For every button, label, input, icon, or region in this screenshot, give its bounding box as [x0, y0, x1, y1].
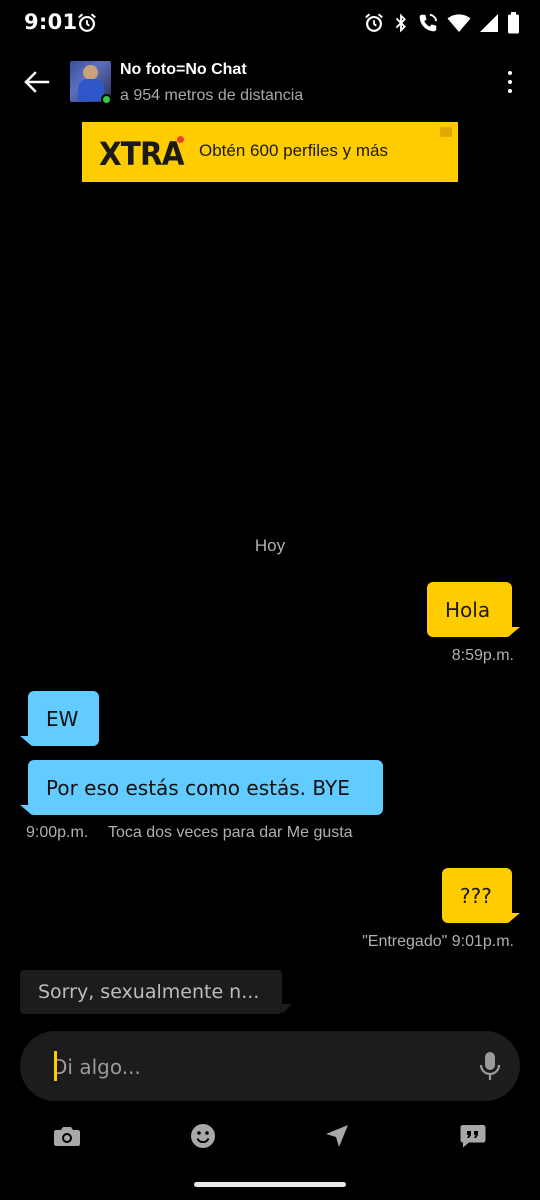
- ad-badge-icon: [440, 127, 452, 137]
- microphone-icon[interactable]: [478, 1050, 502, 1082]
- emoji-button[interactable]: [186, 1119, 220, 1153]
- status-bar: 9:01: [0, 0, 540, 46]
- saved-phrases-icon: [460, 1125, 486, 1148]
- more-dot: [508, 89, 512, 93]
- gesture-nav-handle[interactable]: [194, 1182, 346, 1187]
- battery-icon: [508, 12, 519, 34]
- saved-phrase-preview[interactable]: Sorry, sexualmente n...: [20, 970, 282, 1014]
- alarm-icon: [78, 13, 96, 32]
- xtra-banner[interactable]: XTRA Obtén 600 perfiles y más: [82, 122, 458, 182]
- more-dot: [508, 80, 512, 84]
- alarm-icon: [365, 13, 383, 32]
- chat-header: No foto=No Chat a 954 metros de distanci…: [0, 52, 540, 116]
- emoji-icon: [191, 1124, 215, 1148]
- bubble-tail: [282, 1004, 292, 1014]
- message-timestamp: 9:00p.m.: [26, 824, 89, 841]
- delivery-status: "Entregado" 9:01p.m.: [362, 933, 514, 950]
- bubble-tail: [508, 627, 520, 637]
- bubble-tail: [20, 736, 32, 746]
- online-indicator: [101, 94, 112, 105]
- profile-name[interactable]: No foto=No Chat: [120, 61, 247, 79]
- xtra-logo-dot: [177, 136, 184, 143]
- bubble-tail: [20, 805, 32, 815]
- bubble-tail: [508, 913, 520, 923]
- date-divider: Hoy: [254, 536, 286, 555]
- profile-distance: a 954 metros de distancia: [120, 87, 304, 104]
- banner-text: Obtén 600 perfiles y más: [199, 141, 388, 160]
- message-input[interactable]: [52, 1050, 452, 1084]
- status-time: 9:01: [24, 10, 78, 34]
- status-icons: [363, 11, 520, 35]
- xtra-logo: XTRA: [99, 135, 184, 173]
- camera-icon: [54, 1127, 80, 1146]
- bluetooth-icon: [395, 13, 406, 33]
- message-bubble-outgoing[interactable]: Hola: [427, 582, 512, 637]
- message-bubble-incoming[interactable]: EW: [28, 691, 99, 746]
- more-options-button[interactable]: [498, 66, 522, 98]
- back-button[interactable]: [18, 64, 54, 100]
- avatar-head: [83, 65, 98, 80]
- message-bubble-outgoing[interactable]: ???: [442, 868, 512, 923]
- camera-button[interactable]: [50, 1119, 84, 1153]
- message-timestamp: 8:59p.m.: [451, 647, 514, 664]
- text-cursor: [54, 1051, 57, 1081]
- wifi-call-icon: [419, 13, 438, 32]
- double-tap-like-hint: Toca dos veces para dar Me gusta: [108, 824, 353, 841]
- location-button[interactable]: [320, 1119, 354, 1153]
- back-arrow-icon: [24, 71, 50, 93]
- message-bubble-incoming[interactable]: Por eso estás como estás. BYE: [28, 760, 383, 815]
- saved-phrases-button[interactable]: [456, 1119, 490, 1153]
- more-dot: [508, 71, 512, 75]
- location-icon: [326, 1125, 348, 1147]
- wifi-icon: [447, 14, 471, 32]
- signal-icon: [480, 14, 498, 32]
